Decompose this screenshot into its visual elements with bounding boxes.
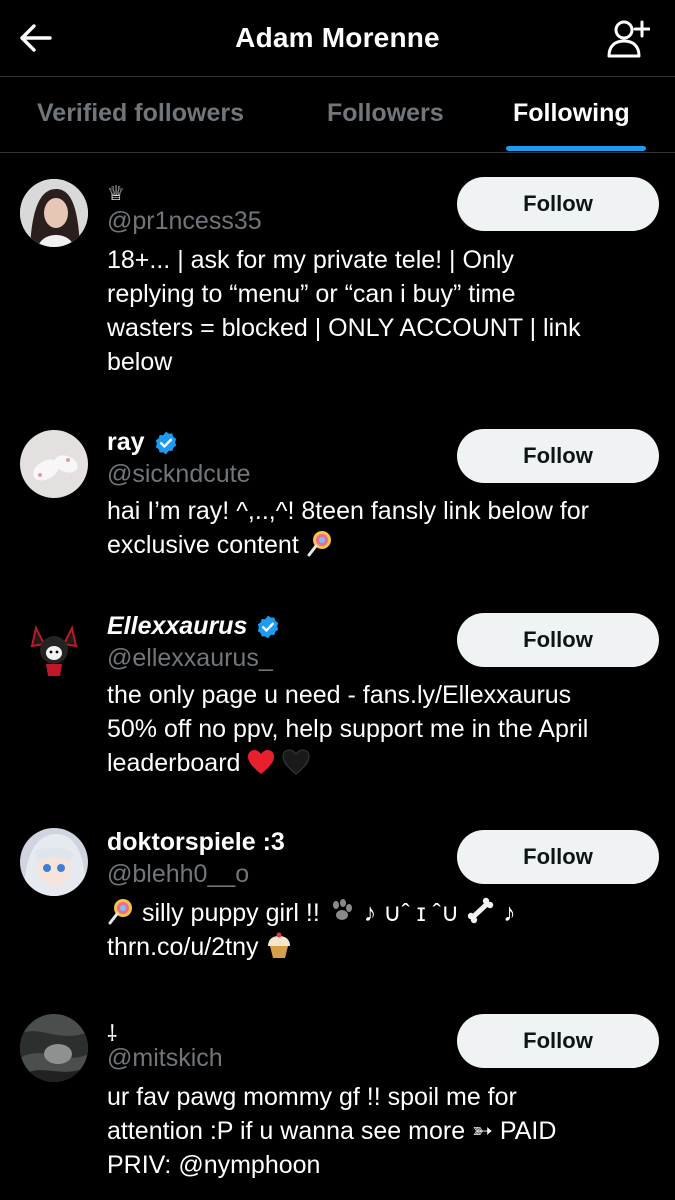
bio-line: ur fav pawg mommy gf !! spoil me for [107, 1083, 517, 1111]
lollipop-icon [307, 531, 331, 557]
user-bio: ur fav pawg mommy gf !! spoil me for att… [107, 1080, 659, 1182]
bio-line: hai I’m ray! ^,..,^! 8teen fansly link b… [107, 497, 589, 525]
user-handle[interactable]: @pr1ncess35 [107, 207, 262, 236]
bone-icon [467, 897, 494, 924]
user-handle[interactable]: @sickndcute [107, 460, 251, 489]
user-bio: 18+... | ask for my private tele! | Only… [107, 243, 659, 379]
page-title: Adam Morenne [235, 22, 440, 53]
avatar[interactable] [20, 179, 88, 247]
bio-line-with-emoji: leaderboard [107, 746, 659, 780]
list-item[interactable]: ⸸ @mitskich Follow ur fav pawg mommy gf … [0, 994, 675, 1200]
user-bio: silly puppy girl !! ♪ ∪ˆ ɪ ˆ∪ ♪ thrn.co/… [107, 896, 659, 964]
active-tab-indicator [506, 146, 646, 151]
bio-line: PRIV: @nymphoon [107, 1151, 321, 1179]
tab-verified-followers[interactable]: Verified followers [37, 99, 244, 128]
user-display-name: ray [107, 428, 145, 456]
user-display-name-row[interactable]: Ellexxaurus [107, 612, 281, 641]
bio-line: attention :P if u wanna see more ➳ PAID [107, 1117, 557, 1145]
avatar[interactable] [20, 828, 88, 896]
follow-button[interactable]: Follow [457, 830, 659, 884]
bio-line: leaderboard [107, 749, 241, 777]
list-item[interactable]: ♕ @pr1ncess35 Follow 18+... | ask for my… [0, 153, 675, 408]
tab-following[interactable]: Following [513, 99, 630, 128]
follow-button[interactable]: Follow [457, 613, 659, 667]
bio-line: the only page u need - fans.ly/Ellexxaur… [107, 681, 572, 709]
user-display-name: Ellexxaurus [107, 612, 248, 640]
bio-line: silly puppy girl !! [141, 899, 320, 927]
add-user-button[interactable] [605, 16, 651, 62]
bio-line-with-emoji: thrn.co/u/2tny [107, 930, 659, 964]
user-display-name-row[interactable]: ray [107, 428, 179, 457]
user-handle[interactable]: @mitskich [107, 1044, 223, 1073]
cupcake-icon [268, 932, 291, 958]
verified-badge-icon [258, 615, 279, 638]
bio-line: ♪ [503, 899, 516, 927]
lollipop-icon [108, 899, 132, 925]
bio-line: ♪ ∪ˆ ɪ ˆ∪ [363, 899, 460, 927]
bio-line: 50% off no ppv, help support me in the A… [107, 715, 589, 743]
bio-line: exclusive content [107, 531, 299, 559]
avatar[interactable] [20, 430, 88, 498]
follow-button[interactable]: Follow [457, 1014, 659, 1068]
avatar[interactable] [20, 1014, 88, 1082]
user-bio: the only page u need - fans.ly/Ellexxaur… [107, 678, 659, 780]
user-display-name[interactable]: doktorspiele :3 [107, 828, 285, 857]
red-heart-icon [248, 750, 275, 774]
user-handle[interactable]: @blehh0__o [107, 860, 249, 889]
bio-line-with-emoji: silly puppy girl !! ♪ ∪ˆ ɪ ˆ∪ ♪ [107, 896, 659, 930]
bio-line: below [107, 348, 173, 376]
user-bio: hai I’m ray! ^,..,^! 8teen fansly link b… [107, 494, 659, 562]
bio-line: 18+... | ask for my private tele! | Only [107, 246, 514, 274]
list-item[interactable]: ray @sickndcute Follow hai I’m ray! ^,..… [0, 408, 675, 594]
bio-line-with-emoji: exclusive content [107, 528, 659, 562]
top-bar: Adam Morenne [0, 0, 675, 76]
tab-followers[interactable]: Followers [327, 99, 444, 128]
bio-line: replying to “menu” or “can i buy” time [107, 280, 516, 308]
follow-button[interactable]: Follow [457, 177, 659, 231]
list-item[interactable]: Ellexxaurus @ellexxaurus_ Follow the onl… [0, 594, 675, 810]
avatar[interactable] [20, 616, 88, 684]
user-handle[interactable]: @ellexxaurus_ [107, 644, 273, 673]
paw-prints-icon [332, 899, 352, 920]
tab-bar: Verified followers Followers Following [0, 77, 675, 152]
verified-badge-icon [155, 431, 176, 454]
list-item[interactable]: doktorspiele :3 @blehh0__o Follow silly … [0, 810, 675, 994]
follow-button[interactable]: Follow [457, 429, 659, 483]
bio-line: thrn.co/u/2tny [107, 933, 259, 961]
bio-line: wasters = blocked | ONLY ACCOUNT | link [107, 314, 581, 342]
black-heart-icon [282, 749, 310, 775]
user-display-name[interactable]: ♕ [107, 181, 125, 206]
person-add-icon [607, 20, 650, 58]
